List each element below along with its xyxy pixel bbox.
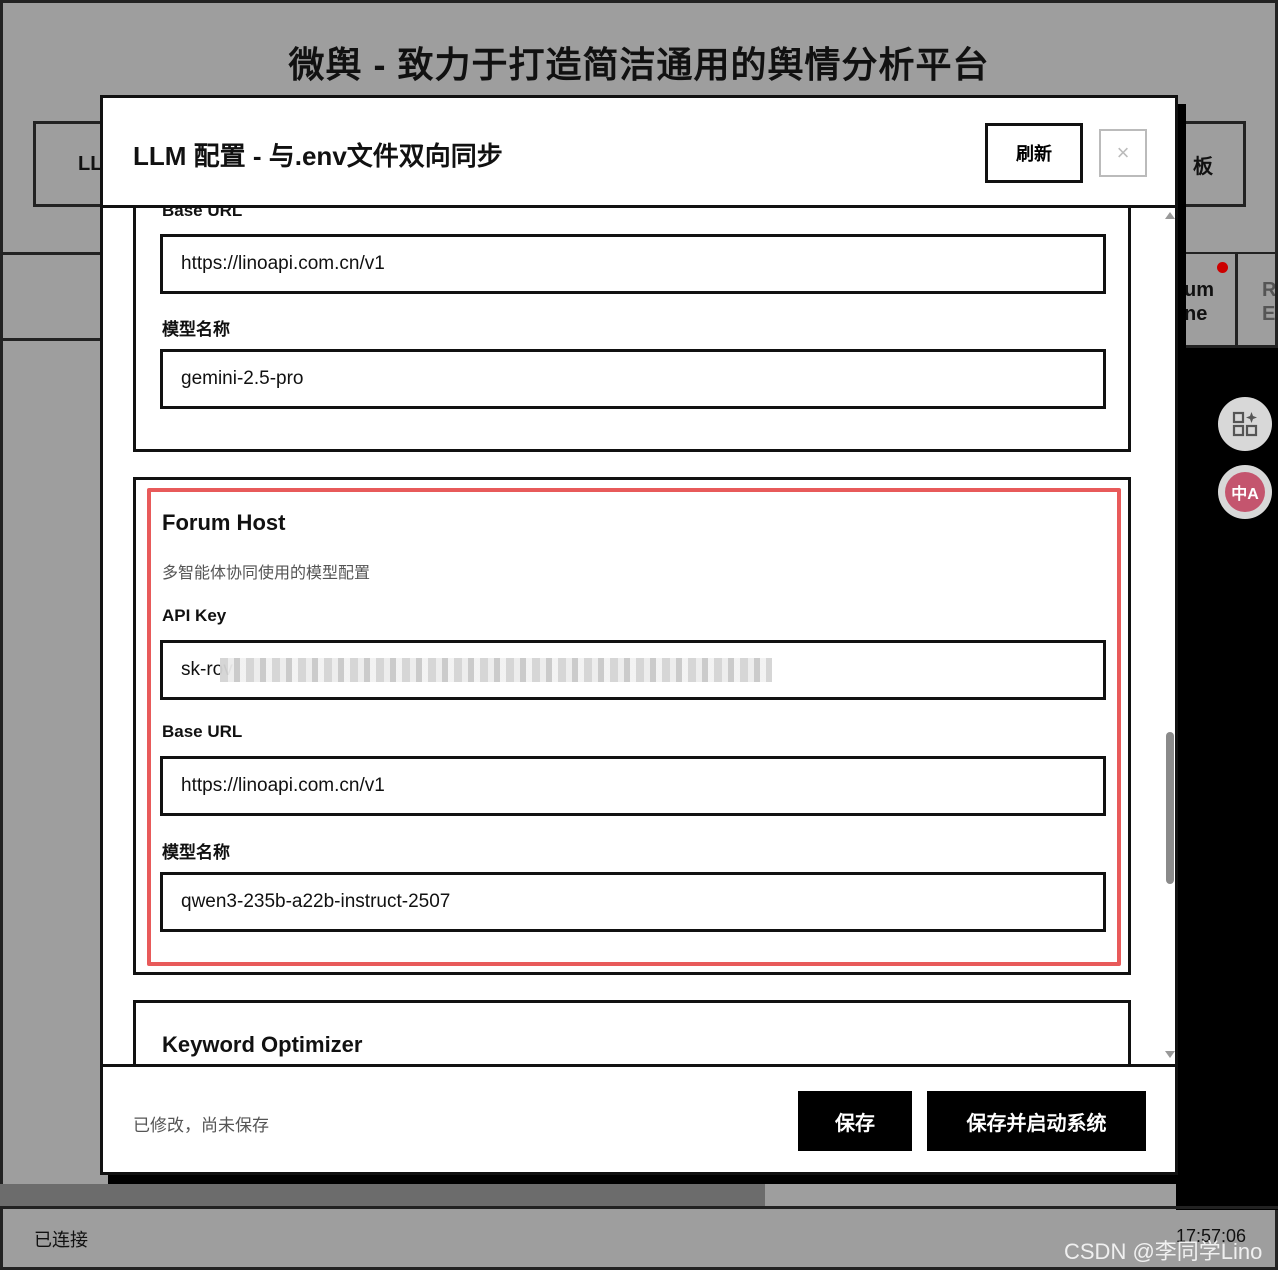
bg-divider-left [0, 338, 110, 341]
llm-config-modal: LLM 配置 - 与.env文件双向同步 刷新 × Base URL 模型名称 … [100, 95, 1178, 1175]
bg-engine-tab-report-line1: R [1262, 279, 1277, 301]
scrollbar[interactable] [1163, 208, 1175, 1064]
model-name-input[interactable] [160, 872, 1106, 932]
base-url-label: Base URL [162, 722, 243, 741]
modal-header: LLM 配置 - 与.env文件双向同步 刷新 × [103, 98, 1175, 208]
bg-tab-panel-label: 板 [1193, 155, 1213, 178]
model-name-input[interactable] [160, 349, 1106, 409]
modal-footer: 已修改，尚未保存 保存 保存并启动系统 [103, 1064, 1175, 1172]
modal-body[interactable]: Base URL 模型名称 Forum Host 多智能体协同使用的模型配置 A… [103, 208, 1175, 1064]
base-url-input[interactable] [160, 756, 1106, 816]
notification-dot [1217, 262, 1228, 273]
model-name-label: 模型名称 [162, 843, 230, 862]
section-title: Keyword Optimizer [162, 1032, 363, 1057]
model-name-label: 模型名称 [162, 320, 230, 339]
close-button[interactable]: × [1099, 129, 1147, 177]
footer-divider [0, 1206, 1278, 1209]
translate-floating-button[interactable]: 中A [1218, 465, 1272, 519]
close-icon: × [1116, 140, 1130, 165]
bg-tab-llm-label: LL [78, 152, 103, 175]
scrollbar-thumb[interactable] [1166, 732, 1174, 884]
bg-engine-tab-report-line2: E [1262, 303, 1276, 325]
scroll-down-arrow-icon[interactable] [1165, 1051, 1175, 1058]
bg-engine-tab-forum-line2: ne [1184, 303, 1208, 325]
base-url-label: Base URL [162, 208, 243, 220]
connection-status: 已连接 [34, 1230, 88, 1250]
translate-icon: 中A [1225, 472, 1265, 512]
save-button[interactable]: 保存 [798, 1091, 912, 1151]
api-key-label: API Key [162, 606, 227, 625]
bg-progress-bar [0, 1184, 765, 1206]
section-title: Forum Host [162, 510, 286, 535]
bg-engine-tab-forum-line1: um [1184, 279, 1214, 301]
scroll-up-arrow-icon[interactable] [1165, 212, 1175, 219]
save-and-start-button[interactable]: 保存并启动系统 [927, 1091, 1146, 1151]
refresh-button[interactable]: 刷新 [985, 123, 1083, 183]
api-key-redaction [220, 658, 772, 682]
config-card-keyword-optimizer: Keyword Optimizer [133, 1000, 1131, 1064]
bg-engine-tab-report[interactable]: R E [1238, 254, 1278, 348]
grid-sparkle-icon [1232, 411, 1258, 437]
section-description: 多智能体协同使用的模型配置 [162, 565, 371, 582]
base-url-input[interactable] [160, 234, 1106, 294]
app-title: 微舆 - 致力于打造简洁通用的舆情分析平台 [288, 44, 990, 85]
apps-floating-button[interactable] [1218, 397, 1272, 451]
config-card-previous: Base URL 模型名称 [133, 208, 1131, 452]
unsaved-status: 已修改，尚未保存 [133, 1116, 269, 1135]
config-card-forum-host: Forum Host 多智能体协同使用的模型配置 API Key Base UR… [133, 477, 1131, 975]
watermark: CSDN @李同学Lino [1064, 1239, 1263, 1264]
modal-title: LLM 配置 - 与.env文件双向同步 [133, 141, 503, 171]
